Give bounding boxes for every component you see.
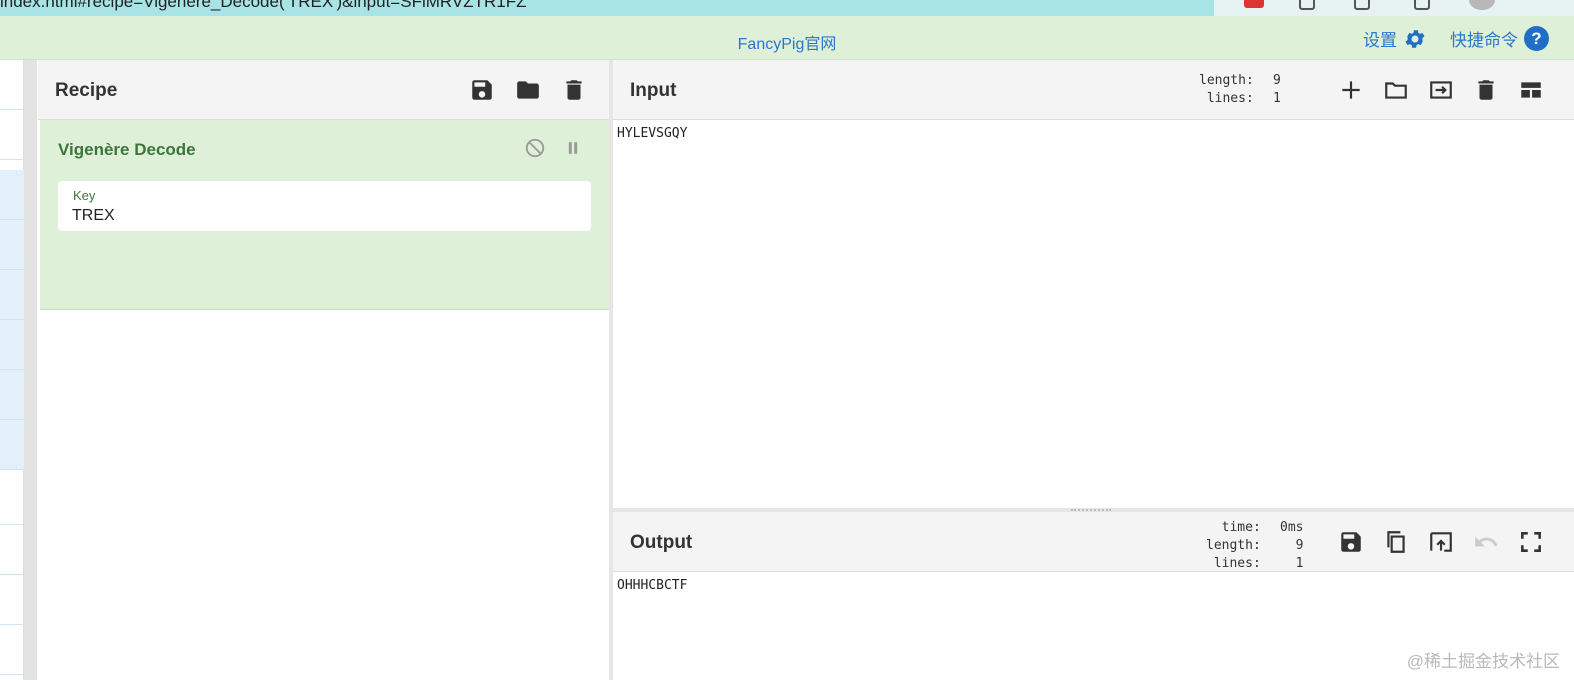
operations-row[interactable] (0, 525, 24, 575)
address-bar-url[interactable]: index.html#recipe=Vigenère_Decode('TREX'… (0, 0, 526, 12)
panel-resize-handle[interactable] (24, 60, 37, 680)
output-stats-values: 0ms 9 1 (1280, 520, 1304, 571)
operations-row[interactable] (0, 625, 24, 675)
operations-row[interactable] (0, 270, 24, 320)
output-actions (1337, 528, 1545, 556)
load-recipe-button[interactable] (514, 76, 542, 104)
folder-icon (517, 81, 539, 99)
output-header: Output time: length: lines: 0ms 9 1 (613, 512, 1574, 572)
input-panel: Input length: lines: 9 1 HYLEVSGQY (613, 60, 1574, 509)
operation-name: Vigenère Decode (58, 140, 196, 159)
recipe-actions (468, 76, 588, 104)
save-output-button[interactable] (1337, 528, 1365, 556)
extension-icon[interactable] (1244, 0, 1264, 8)
key-field: Key (58, 181, 591, 231)
trash-icon (1478, 80, 1494, 100)
operations-panel (0, 60, 24, 680)
pause-icon (568, 142, 578, 154)
clear-input-button[interactable] (1472, 76, 1500, 104)
undo-icon (1475, 536, 1498, 547)
profile-avatar-icon[interactable] (1469, 0, 1495, 10)
copy-icon (1387, 531, 1405, 553)
settings-label: 设置 (1363, 31, 1397, 50)
input-header: Input length: lines: 9 1 (613, 60, 1574, 120)
upload-icon (1430, 532, 1452, 552)
gear-icon (1405, 29, 1425, 48)
input-stats-labels: length: lines: (1199, 73, 1254, 106)
add-input-tab-button[interactable] (1337, 76, 1365, 104)
save-icon (472, 80, 492, 100)
disable-icon (525, 138, 545, 158)
operations-row[interactable] (0, 320, 24, 370)
operations-row[interactable] (0, 170, 24, 220)
reset-layout-button[interactable] (1517, 76, 1545, 104)
input-stats-values: 9 1 (1273, 73, 1281, 106)
input-icon (1430, 81, 1452, 99)
undo-button[interactable] (1472, 528, 1500, 556)
breakpoint-button[interactable] (561, 136, 585, 160)
settings-button[interactable]: 设置 (1363, 26, 1427, 51)
help-icon: ? (1524, 26, 1549, 51)
output-stats-labels: time: length: lines: (1206, 520, 1261, 571)
recipe-operation-card[interactable]: Vigenère Decode Key (40, 120, 610, 310)
browser-toolbar: index.html#recipe=Vigenère_Decode('TREX'… (0, 0, 1574, 16)
operations-row[interactable] (0, 420, 24, 470)
save-icon (1341, 532, 1361, 552)
fullscreen-icon (1521, 532, 1541, 552)
input-title: Input (630, 80, 677, 101)
clear-recipe-button[interactable] (560, 76, 588, 104)
operations-row[interactable] (0, 475, 24, 525)
shortcuts-label: 快捷命令 (1450, 31, 1518, 50)
folder-open-icon (1385, 82, 1407, 99)
operations-row[interactable] (0, 60, 24, 110)
replace-input-button[interactable] (1427, 528, 1455, 556)
open-folder-button[interactable] (1427, 76, 1455, 104)
puzzle-icon[interactable] (1299, 0, 1315, 10)
operations-row[interactable] (0, 220, 24, 270)
favorites-icon[interactable] (1354, 0, 1370, 10)
top-banner: FancyPig官网 设置 快捷命令 ? (0, 16, 1574, 60)
input-actions (1337, 76, 1545, 104)
recipe-title: Recipe (55, 80, 118, 101)
collections-icon[interactable] (1414, 0, 1430, 10)
input-textarea[interactable]: HYLEVSGQY (617, 126, 1557, 496)
key-label: Key (73, 188, 96, 203)
browser-extension-icons (1214, 0, 1574, 16)
copy-output-button[interactable] (1382, 528, 1410, 556)
output-title: Output (630, 532, 693, 553)
open-file-button[interactable] (1382, 76, 1410, 104)
save-recipe-button[interactable] (468, 76, 496, 104)
shortcuts-button[interactable]: 快捷命令 ? (1450, 26, 1549, 51)
operation-controls (523, 136, 585, 160)
operations-row[interactable] (0, 370, 24, 420)
watermark: @稀土掘金技术社区 (1406, 652, 1560, 671)
maximise-output-button[interactable] (1517, 528, 1545, 556)
key-input[interactable] (72, 205, 572, 227)
layout-icon (1521, 82, 1541, 98)
recipe-header: Recipe (38, 60, 609, 120)
recipe-panel: Recipe Vigenère Decode Key (38, 60, 610, 680)
disable-operation-button[interactable] (523, 136, 547, 160)
operations-row[interactable] (0, 575, 24, 625)
fancypig-link[interactable]: FancyPig官网 (0, 30, 1574, 54)
output-text[interactable]: OHHHCBCTF (617, 578, 1557, 593)
trash-icon (566, 80, 582, 100)
operations-row[interactable] (0, 110, 24, 160)
plus-icon (1342, 81, 1360, 99)
